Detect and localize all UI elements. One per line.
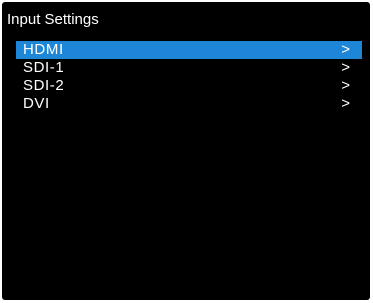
chevron-right-icon: > [341,59,350,76]
chevron-right-icon: > [341,95,350,112]
menu-item-hdmi[interactable]: HDMI > [16,41,362,59]
menu-item-label: SDI-1 [23,59,65,76]
menu-item-label: HDMI [23,41,64,58]
chevron-right-icon: > [341,41,350,58]
menu-item-label: DVI [23,95,50,112]
menu-item-dvi[interactable]: DVI > [16,95,362,113]
menu-item-label: SDI-2 [23,77,65,94]
page-title: Input Settings [7,11,99,28]
chevron-right-icon: > [341,77,350,94]
menu-item-sdi-1[interactable]: SDI-1 > [16,59,362,77]
device-screen: Input Settings HDMI > SDI-1 > SDI-2 > DV… [2,2,370,300]
menu-item-sdi-2[interactable]: SDI-2 > [16,77,362,95]
input-menu: HDMI > SDI-1 > SDI-2 > DVI > [16,41,362,113]
